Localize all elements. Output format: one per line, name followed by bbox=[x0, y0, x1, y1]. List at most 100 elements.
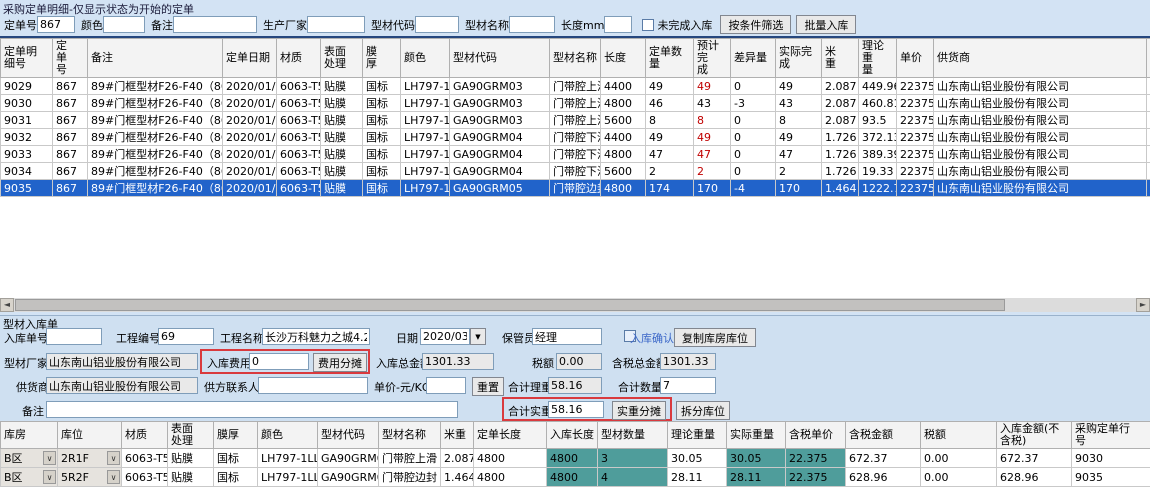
scroll-right-arrow-icon[interactable]: ► bbox=[1136, 298, 1150, 312]
reset-button[interactable]: 重置 bbox=[472, 377, 504, 396]
column-header: 理论重 量 bbox=[859, 39, 897, 78]
tax-input[interactable] bbox=[556, 353, 602, 370]
project-no-input[interactable] bbox=[158, 328, 214, 345]
cell: 22375 bbox=[897, 78, 934, 95]
order-row[interactable]: 902986789#门框型材F26-F40（866+867）2020/01/13… bbox=[1, 78, 1150, 95]
unit-price-input[interactable] bbox=[426, 377, 466, 394]
order-row[interactable]: 903086789#门框型材F26-F40（866+867）2020/01/13… bbox=[1, 95, 1150, 112]
dropdown-arrow-icon[interactable]: ∨ bbox=[107, 470, 120, 484]
copy-warehouse-button[interactable]: 复制库房库位 bbox=[674, 328, 756, 347]
profile-name-input[interactable] bbox=[509, 16, 555, 33]
length-input[interactable] bbox=[604, 16, 632, 33]
inbound-total-input[interactable] bbox=[422, 353, 494, 370]
filter-by-condition-button[interactable]: 按条件筛选 bbox=[720, 15, 791, 34]
cell: 1222.73 bbox=[859, 180, 897, 197]
unfinished-checkbox[interactable] bbox=[642, 19, 654, 31]
cell: 89#门框型材F26-F40（866+867） bbox=[88, 129, 223, 146]
order-no-input[interactable] bbox=[37, 16, 75, 33]
column-header: 型材数量 bbox=[598, 422, 668, 449]
cell: 47 bbox=[694, 146, 731, 163]
inbound-table-area: 库房库位材质表面 处理膜厚颜色型材代码型材名称米重定单长度入库长度型材数量理论重… bbox=[0, 421, 1150, 492]
total-actual-weight-input[interactable] bbox=[548, 401, 604, 418]
fee-share-button[interactable]: 费用分摊 bbox=[313, 353, 367, 372]
inbound-fee-input[interactable] bbox=[249, 353, 309, 370]
order-row[interactable]: 903186789#门框型材F26-F40（866+867）2020/01/13… bbox=[1, 112, 1150, 129]
inbound-row[interactable]: B区∨5R2F∨6063-T5贴膜国标LH797-1LL0GA90GRM05门带… bbox=[1, 468, 1150, 487]
order-row[interactable]: 903586789#门框型材F26-F40（866+867）2020/01/13… bbox=[1, 180, 1150, 197]
cell: 2 bbox=[694, 163, 731, 180]
remark-field-input[interactable] bbox=[46, 401, 458, 418]
column-header: 膜厚 bbox=[214, 422, 258, 449]
total-theory-weight-input[interactable] bbox=[548, 377, 602, 394]
cell: 4 bbox=[598, 468, 668, 487]
batch-inbound-button[interactable]: 批量入库 bbox=[796, 15, 856, 34]
inbound-no-input[interactable] bbox=[46, 328, 102, 345]
project-name-input[interactable] bbox=[262, 328, 370, 345]
scrollbar-thumb[interactable] bbox=[15, 299, 1005, 311]
column-header: 长度 bbox=[601, 39, 646, 78]
column-header bbox=[1147, 39, 1150, 78]
split-warehouse-button[interactable]: 拆分库位 bbox=[676, 401, 730, 420]
cell: 国标 bbox=[363, 78, 401, 95]
supplier-contact-input[interactable] bbox=[258, 377, 368, 394]
cell: 22.375 bbox=[786, 468, 846, 487]
cell: 6063-T5 bbox=[277, 129, 321, 146]
cell: 49 bbox=[694, 78, 731, 95]
dropdown-arrow-icon[interactable]: ∨ bbox=[43, 470, 56, 484]
project-no-label: 工程编号 bbox=[116, 330, 160, 346]
order-row[interactable]: 903386789#门框型材F26-F40（866+867）2020/01/13… bbox=[1, 146, 1150, 163]
cell: 1.464 bbox=[441, 468, 474, 487]
cell: 43 bbox=[694, 95, 731, 112]
cell: 贴膜 bbox=[321, 95, 363, 112]
cell: 628.96 bbox=[846, 468, 921, 487]
column-header: 颜色 bbox=[258, 422, 318, 449]
column-header: 理论重量 bbox=[668, 422, 727, 449]
cell: 山东南山铝业股份有限公司 bbox=[934, 146, 1147, 163]
keeper-input[interactable] bbox=[532, 328, 602, 345]
tax-total-input[interactable] bbox=[660, 353, 716, 370]
color-input[interactable] bbox=[103, 16, 145, 33]
cell: 9029 bbox=[1, 78, 53, 95]
column-header: 定 单 号 bbox=[53, 39, 88, 78]
cell: 1.726 bbox=[822, 163, 859, 180]
remark-input[interactable] bbox=[173, 16, 257, 33]
order-row[interactable]: 903286789#门框型材F26-F40（866+867）2020/01/13… bbox=[1, 129, 1150, 146]
factory-input[interactable] bbox=[46, 353, 198, 370]
cell: 30.05 bbox=[668, 449, 727, 468]
dropdown-arrow-icon[interactable]: ∨ bbox=[43, 451, 56, 465]
cell: 6063-T5 bbox=[277, 95, 321, 112]
column-header: 预计完 成 bbox=[694, 39, 731, 78]
horizontal-scrollbar[interactable]: ◄ ► bbox=[0, 298, 1150, 312]
cell: 4800 bbox=[601, 95, 646, 112]
column-header: 采购定单行 号 bbox=[1072, 422, 1150, 449]
cell: 47 bbox=[646, 146, 694, 163]
date-input[interactable] bbox=[420, 328, 470, 345]
remark-field-label: 备注 bbox=[22, 403, 44, 419]
cell: 9035 bbox=[1072, 468, 1150, 487]
column-header: 单价 bbox=[897, 39, 934, 78]
cell: 628.96 bbox=[997, 468, 1072, 487]
cell: 2 bbox=[776, 163, 822, 180]
cell: 门带腔上滑 bbox=[550, 78, 601, 95]
cell: 867 bbox=[53, 129, 88, 146]
cell: 22375 bbox=[897, 112, 934, 129]
total-qty-input[interactable] bbox=[660, 377, 716, 394]
order-row[interactable]: 903486789#门框型材F26-F40（866+867）2020/01/13… bbox=[1, 163, 1150, 180]
inbound-row[interactable]: B区∨2R1F∨6063-T5贴膜国标LH797-1LL0GA90GRM03门带… bbox=[1, 449, 1150, 468]
cell: 门带腔下滑 bbox=[550, 146, 601, 163]
cell: 国标 bbox=[363, 129, 401, 146]
tax-total-label: 含税总金额 bbox=[612, 355, 667, 371]
calendar-dropdown-button[interactable]: ▼ bbox=[470, 328, 486, 345]
cell: 2.087 bbox=[822, 112, 859, 129]
manufacturer-input[interactable] bbox=[307, 16, 365, 33]
cell: 22375 bbox=[897, 146, 934, 163]
factory-label: 型材厂家 bbox=[4, 355, 48, 371]
scroll-left-arrow-icon[interactable]: ◄ bbox=[0, 298, 14, 312]
profile-code-input[interactable] bbox=[415, 16, 459, 33]
dropdown-arrow-icon[interactable]: ∨ bbox=[107, 451, 120, 465]
actual-weight-share-button[interactable]: 实重分摊 bbox=[612, 401, 666, 420]
cell: 贴膜 bbox=[321, 163, 363, 180]
supplier-input[interactable] bbox=[46, 377, 198, 394]
cell: 4800 bbox=[474, 449, 547, 468]
cell: GA90GRM04 bbox=[450, 163, 550, 180]
